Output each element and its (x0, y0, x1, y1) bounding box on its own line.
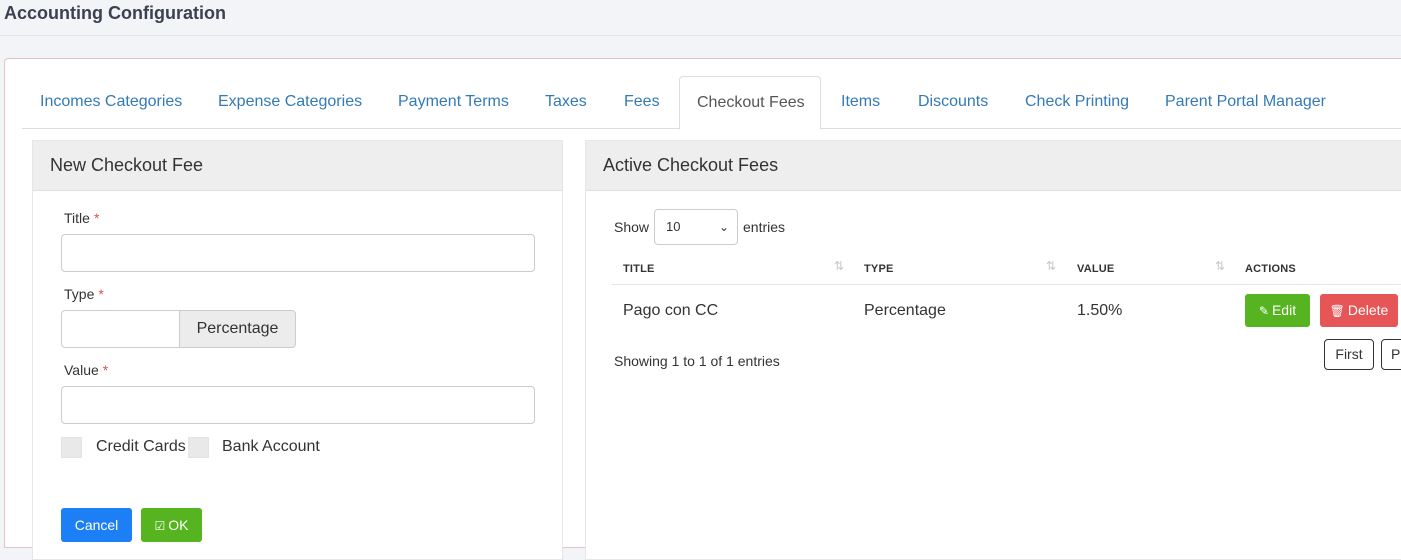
page-header: Accounting Configuration (0, 0, 1401, 36)
panel-title: Active Checkout Fees (603, 155, 779, 175)
pager-previous-button[interactable]: P (1381, 339, 1401, 370)
page-title: Accounting Configuration (4, 3, 226, 23)
table-info: Showing 1 to 1 of 1 entries (614, 353, 780, 369)
edit-icon: ✎ (1258, 304, 1269, 318)
main-card: Incomes Categories Expense Categories Pa… (4, 58, 1401, 560)
credit-cards-label: Credit Cards (96, 438, 186, 455)
sort-icon[interactable]: ⇅ (1215, 259, 1225, 273)
tab-fees[interactable]: Fees (624, 76, 660, 129)
tab-incomes-categories[interactable]: Incomes Categories (40, 76, 182, 129)
title-input[interactable] (61, 234, 535, 272)
tab-taxes[interactable]: Taxes (545, 76, 587, 129)
page-size-value: 10 (666, 219, 681, 234)
title-label: Title * (64, 210, 100, 226)
panel-header: New Checkout Fee (33, 141, 562, 191)
bank-account-label: Bank Account (222, 438, 320, 455)
header-divider (612, 284, 1401, 285)
check-square-icon: ☑ (154, 519, 166, 533)
delete-button-label: Delete (1347, 302, 1389, 318)
entries-label: entries (743, 219, 786, 235)
sort-icon[interactable]: ⇅ (834, 259, 844, 273)
type-label: Type * (64, 286, 104, 302)
required-mark: * (98, 286, 104, 302)
column-header-actions: ACTIONS (1245, 263, 1296, 275)
new-checkout-fee-panel: New Checkout Fee Title * Type * Percentage… (32, 140, 563, 560)
tab-bar: Incomes Categories Expense Categories Pa… (22, 76, 1401, 130)
row-title-cell: Pago con CC (623, 302, 719, 319)
panel-header: Active Checkout Fees (586, 141, 1401, 191)
tab-discounts[interactable]: Discounts (918, 76, 988, 129)
bank-account-checkbox[interactable] (188, 437, 209, 458)
sort-icon[interactable]: ⇅ (1046, 259, 1056, 273)
delete-button[interactable]: 🗑 Delete (1320, 294, 1398, 327)
type-option-percentage[interactable]: Percentage (179, 310, 296, 348)
required-mark: * (102, 362, 109, 378)
chevron-down-icon: ⌄ (718, 220, 729, 234)
tab-checkout-fees[interactable]: Checkout Fees (679, 76, 821, 130)
cancel-button[interactable]: Cancel (61, 508, 132, 542)
tab-payment-terms[interactable]: Payment Terms (398, 76, 509, 129)
page-size-select[interactable]: 10 ⌄ (654, 209, 738, 245)
edit-button[interactable]: ✎ Edit (1245, 294, 1310, 327)
tab-expense-categories[interactable]: Expense Categories (218, 76, 362, 129)
trash-icon: 🗑 (1329, 304, 1345, 318)
column-header-value[interactable]: VALUE (1077, 263, 1114, 275)
active-checkout-fees-panel: Active Checkout Fees Show 10 ⌄ entries TI… (585, 140, 1401, 560)
type-option-empty[interactable] (61, 310, 179, 348)
tab-parent-portal-manager[interactable]: Parent Portal Manager (1165, 76, 1326, 129)
column-header-type[interactable]: TYPE (864, 263, 894, 275)
ok-button-label: OK (168, 517, 189, 533)
value-label: Value * (64, 362, 109, 378)
edit-button-label: Edit (1271, 302, 1297, 318)
value-input[interactable] (61, 386, 535, 424)
required-mark: * (93, 210, 100, 226)
row-value-cell: 1.50% (1077, 302, 1123, 319)
pager-first-button[interactable]: First (1324, 339, 1374, 370)
ok-button[interactable]: ☑ OK (141, 508, 202, 542)
tab-items[interactable]: Items (841, 76, 880, 129)
credit-cards-checkbox[interactable] (61, 437, 82, 458)
show-label: Show (614, 219, 650, 235)
row-type-cell: Percentage (864, 302, 946, 319)
column-header-title[interactable]: TITLE (623, 263, 655, 275)
tab-check-printing[interactable]: Check Printing (1025, 76, 1129, 129)
panel-title: New Checkout Fee (50, 155, 204, 175)
